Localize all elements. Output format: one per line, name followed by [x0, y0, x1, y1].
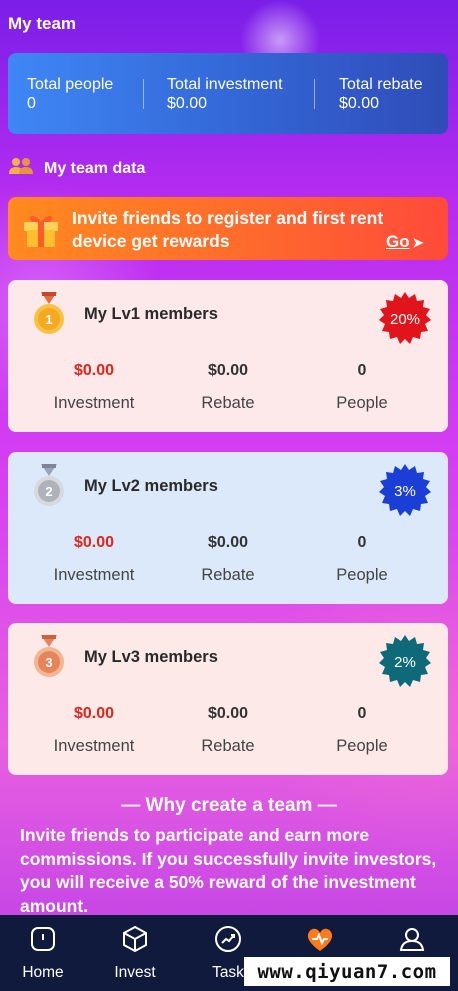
total-rebate-label: Total rebate: [339, 76, 423, 93]
badge-text: 20%: [390, 311, 420, 328]
rebate-value: $0.00: [207, 534, 249, 551]
rebate-label: Rebate: [201, 394, 255, 412]
investment-label: Investment: [53, 737, 135, 755]
people-value: 0: [357, 534, 367, 551]
level-card-3: 3 My Lv3 members 2% $0.00 $0.00 0 Invest…: [8, 623, 448, 775]
people-label: People: [336, 394, 388, 412]
go-label: Go: [386, 232, 410, 251]
total-rebate-value: $0.00: [339, 95, 380, 112]
total-investment-value: $0.00: [167, 95, 208, 112]
people-value: 0: [357, 705, 367, 722]
total-rebate: Total rebate $0.00: [339, 75, 423, 113]
gold-medal-icon: 1: [32, 292, 66, 341]
total-people-value: 0: [27, 95, 36, 112]
total-people: Total people 0: [27, 75, 113, 113]
total-investment: Total investment $0.00: [167, 75, 283, 113]
chevron-right-icon: ➤: [412, 235, 424, 250]
invite-banner[interactable]: Invite friends to register and first ren…: [8, 197, 448, 260]
total-investment-label: Total investment: [167, 76, 283, 93]
cube-icon: [121, 925, 149, 957]
medal-number: 3: [45, 655, 52, 670]
gift-icon: [20, 208, 62, 255]
people-label: People: [336, 566, 388, 584]
badge-text: 2%: [394, 654, 416, 671]
level-card-2: 2 My Lv2 members 3% $0.00 $0.00 0 Invest…: [8, 452, 448, 604]
invite-text: Invite friends to register and first ren…: [72, 208, 384, 251]
tab-label: Invest: [114, 964, 156, 981]
watermark: www.qiyuan7.com: [244, 957, 450, 986]
trend-icon: [214, 926, 242, 957]
investment-value: $0.00: [73, 705, 115, 722]
medal-number: 1: [45, 312, 52, 327]
total-people-label: Total people: [27, 76, 114, 93]
rebate-label: Rebate: [201, 737, 255, 755]
tab-invest[interactable]: Invest: [95, 925, 175, 982]
rebate-value: $0.00: [207, 362, 249, 379]
why-title: — Why create a team —: [121, 795, 337, 816]
badge-text: 3%: [394, 483, 416, 500]
card-title: My Lv2 members: [84, 477, 218, 495]
go-link[interactable]: Go ➤: [386, 232, 424, 252]
people-label: People: [336, 737, 388, 755]
team-heart-icon: [305, 928, 335, 957]
rebate-value: $0.00: [207, 705, 249, 722]
investment-value: $0.00: [73, 362, 115, 379]
why-text: Invite friends to participate and earn m…: [20, 825, 437, 916]
investment-label: Investment: [53, 394, 135, 412]
section-header: My team data: [8, 156, 145, 181]
rate-badge: 20%: [378, 291, 432, 350]
page-title: My team: [8, 14, 77, 33]
summary-card: Total people 0 Total investment $0.00 To…: [8, 53, 448, 134]
medal-number: 2: [45, 484, 52, 499]
people-value: 0: [357, 362, 367, 379]
divider: [314, 79, 315, 109]
rate-badge: 2%: [378, 634, 432, 693]
bronze-medal-icon: 3: [32, 635, 66, 684]
team-icon: [8, 156, 34, 181]
silver-medal-icon: 2: [32, 464, 66, 513]
section-title: My team data: [44, 159, 146, 177]
home-icon: [29, 927, 57, 957]
tab-home[interactable]: Home: [3, 925, 83, 982]
level-card-1: 1 My Lv1 members 20% $0.00 $0.00 0 Inves…: [8, 280, 448, 432]
rate-badge: 3%: [378, 463, 432, 522]
card-title: My Lv3 members: [84, 648, 218, 666]
divider: [143, 79, 144, 109]
rebate-label: Rebate: [201, 566, 255, 584]
user-icon: [398, 928, 426, 957]
tab-label: Home: [22, 964, 64, 981]
card-title: My Lv1 members: [84, 305, 218, 323]
investment-value: $0.00: [73, 534, 115, 551]
investment-label: Investment: [53, 566, 135, 584]
